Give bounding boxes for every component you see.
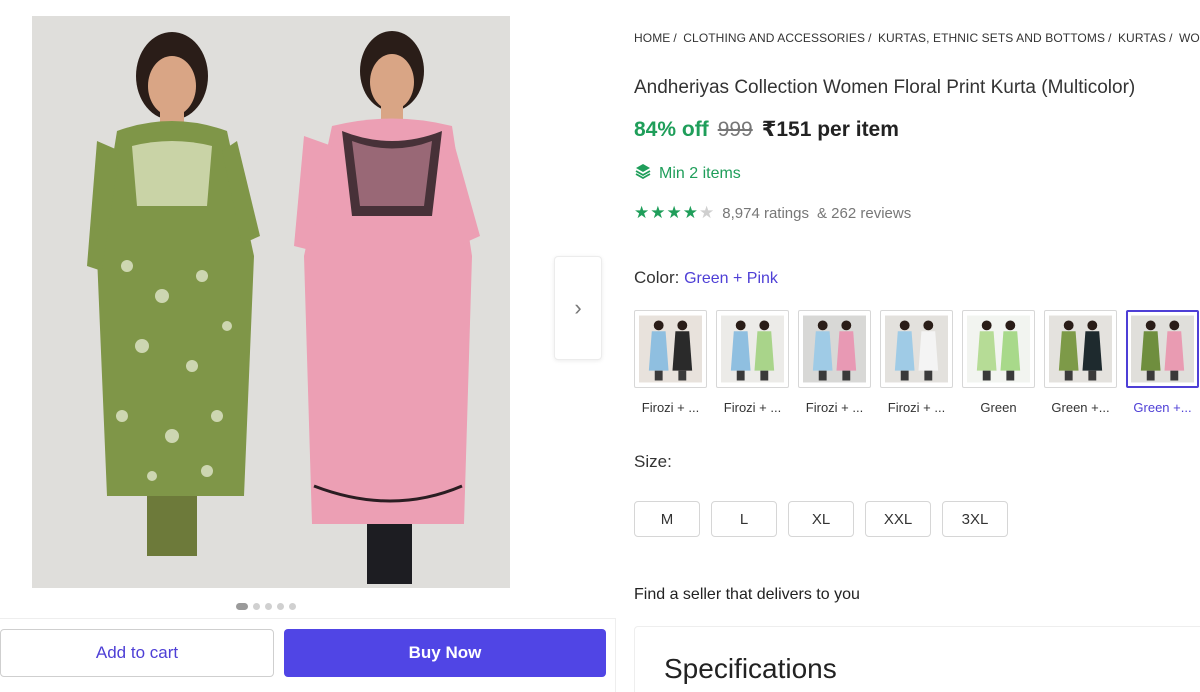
action-bar: Add to cart Buy Now (0, 618, 616, 692)
color-option[interactable]: Firozi + ... (716, 310, 789, 415)
color-option-label: Firozi + ... (805, 400, 864, 415)
find-seller-text: Find a seller that delivers to you (634, 586, 860, 603)
star-rating: ★ ★ ★ ★ ★ (634, 203, 714, 223)
color-option-thumbnail (962, 310, 1035, 388)
breadcrumb: HOME / CLOTHING AND ACCESSORIES / KURTAS, … (634, 31, 1200, 45)
rating-row[interactable]: ★ ★ ★ ★ ★ 8,974 ratings & 262 reviews (634, 203, 911, 223)
original-price: 999 (717, 118, 753, 141)
color-option[interactable]: Green (962, 310, 1035, 415)
carousel-dot[interactable] (236, 603, 248, 610)
color-option-label: Firozi + ... (887, 400, 946, 415)
color-option-label: Green +... (1133, 400, 1192, 415)
selected-color: Green + Pink (684, 270, 778, 287)
color-option[interactable]: Green +... (1126, 310, 1199, 415)
product-title: Andheriyas Collection Women Floral Print… (634, 77, 1136, 98)
color-option-thumbnail (716, 310, 789, 388)
color-option-label: Green +... (1051, 400, 1110, 415)
breadcrumb-item[interactable]: WOMEN (1179, 31, 1200, 45)
color-option-thumbnail (1044, 310, 1117, 388)
size-option-3xl[interactable]: 3XL (942, 501, 1008, 537)
layers-icon (634, 162, 652, 185)
discount-text: 84% off (634, 118, 709, 141)
star-icon: ★ (682, 203, 698, 222)
breadcrumb-item[interactable]: KURTAS, ETHNIC SETS AND BOTTOMS (878, 31, 1105, 45)
color-option[interactable]: Firozi + ... (880, 310, 953, 415)
carousel-dot[interactable] (289, 603, 296, 610)
color-option-label: Firozi + ... (641, 400, 700, 415)
color-option[interactable]: Green +... (1044, 310, 1117, 415)
star-icon: ★ (699, 203, 715, 222)
color-label-text: Color: (634, 268, 680, 287)
min-items-text: Min 2 items (659, 164, 741, 182)
color-option-label: Firozi + ... (723, 400, 782, 415)
color-option[interactable]: Firozi + ... (634, 310, 707, 415)
specifications-title: Specifications (664, 653, 837, 684)
product-image[interactable] (32, 16, 510, 588)
color-option-thumbnail (880, 310, 953, 388)
size-option-m[interactable]: M (634, 501, 700, 537)
specifications-card: Specifications (634, 626, 1200, 692)
color-swatches: Firozi + ... Firozi + ... Firozi + ... Firo… (634, 310, 1199, 415)
color-option-label: Green (980, 400, 1017, 415)
color-option[interactable]: Firozi + ... (798, 310, 871, 415)
reviews-count: & 262 reviews (816, 204, 912, 222)
size-option-xxl[interactable]: XXL (865, 501, 931, 537)
carousel-next-button[interactable]: › (554, 256, 602, 360)
size-option-xl[interactable]: XL (788, 501, 854, 537)
breadcrumb-item[interactable]: KURTAS (1118, 31, 1166, 45)
breadcrumb-item[interactable]: CLOTHING AND ACCESSORIES (683, 31, 865, 45)
size-options: M L XL XXL 3XL (634, 501, 1008, 537)
carousel-dots (236, 603, 296, 610)
add-to-cart-button[interactable]: Add to cart (0, 629, 274, 677)
buy-now-button[interactable]: Buy Now (284, 629, 606, 677)
color-option-thumbnail (634, 310, 707, 388)
carousel-dot[interactable] (277, 603, 284, 610)
color-label: Color: Green + Pink (634, 268, 778, 288)
chevron-right-icon: › (574, 295, 582, 320)
star-icon: ★ (650, 203, 666, 222)
size-label: Size: (634, 452, 672, 471)
carousel-dot[interactable] (253, 603, 260, 610)
min-items-badge: Min 2 items (634, 162, 741, 185)
selling-price: ₹151 per item (761, 118, 899, 141)
size-option-l[interactable]: L (711, 501, 777, 537)
breadcrumb-item[interactable]: HOME (634, 31, 670, 45)
price-row: 84% off 999 ₹151 per item (634, 117, 899, 142)
color-option-thumbnail (1126, 310, 1199, 388)
color-option-thumbnail (798, 310, 871, 388)
star-icon: ★ (634, 203, 650, 222)
ratings-count: 8,974 ratings (722, 204, 809, 222)
star-icon: ★ (666, 203, 682, 222)
carousel-dot[interactable] (265, 603, 272, 610)
